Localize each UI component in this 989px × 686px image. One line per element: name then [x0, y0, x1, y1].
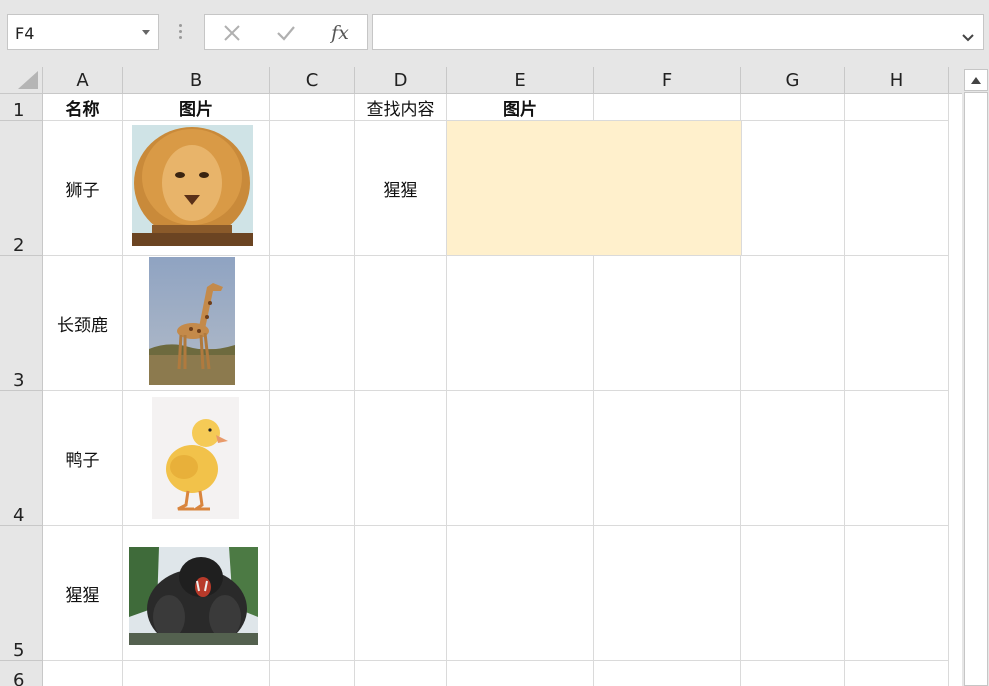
worksheet-grid[interactable]: A B C D E F G H 1 2 3 4 5 6 名称 图片 查找内容 图… — [0, 67, 962, 686]
name-box-value: F4 — [15, 24, 35, 43]
column-header-h[interactable]: H — [845, 67, 949, 94]
row-header-6[interactable]: 6 — [0, 661, 43, 686]
column-header-b[interactable]: B — [123, 67, 270, 94]
cell-h3[interactable] — [845, 256, 949, 391]
cell-h1[interactable] — [845, 94, 949, 121]
cell-g5[interactable] — [741, 526, 845, 661]
cell-a1[interactable]: 名称 — [43, 94, 123, 121]
cell-g6[interactable] — [741, 661, 845, 686]
cell-e6[interactable] — [447, 661, 594, 686]
cell-a5[interactable]: 猩猩 — [43, 526, 123, 661]
cell-a2[interactable]: 狮子 — [43, 121, 123, 256]
cell-d4[interactable] — [355, 391, 447, 526]
cell-f6[interactable] — [594, 661, 741, 686]
duckling-picture[interactable] — [152, 397, 239, 519]
cell-d5[interactable] — [355, 526, 447, 661]
cell-b1[interactable]: 图片 — [123, 94, 270, 121]
column-header-d[interactable]: D — [355, 67, 447, 94]
column-header-overflow — [949, 67, 962, 94]
cell-f3[interactable] — [594, 256, 741, 391]
formula-buttons: fx — [204, 14, 368, 50]
vertical-scrollbar[interactable] — [962, 67, 989, 686]
triangle-up-icon[interactable] — [964, 69, 988, 91]
cell-g3[interactable] — [741, 256, 845, 391]
giraffe-picture[interactable] — [149, 257, 235, 385]
merged-cell-e2-f2[interactable] — [447, 121, 741, 256]
cell-h5[interactable] — [845, 526, 949, 661]
cell-a4[interactable]: 鸭子 — [43, 391, 123, 526]
select-all-corner[interactable] — [0, 67, 43, 94]
row-header-5[interactable]: 5 — [0, 526, 43, 661]
chevron-down-icon[interactable] — [962, 29, 974, 47]
cell-e3[interactable] — [447, 256, 594, 391]
cell-d2[interactable]: 猩猩 — [355, 121, 447, 256]
column-header-c[interactable]: C — [270, 67, 355, 94]
cell-f1[interactable] — [594, 94, 741, 121]
cell-c4[interactable] — [270, 391, 355, 526]
cell-e5[interactable] — [447, 526, 594, 661]
cell-d1[interactable]: 查找内容 — [355, 94, 447, 121]
lion-picture[interactable] — [132, 125, 253, 246]
row-header-2[interactable]: 2 — [0, 121, 43, 256]
name-box[interactable]: F4 — [7, 14, 159, 50]
row-header-3[interactable]: 3 — [0, 256, 43, 391]
cell-c1[interactable] — [270, 94, 355, 121]
cell-a3[interactable]: 长颈鹿 — [43, 256, 123, 391]
column-header-a[interactable]: A — [43, 67, 123, 94]
cell-c5[interactable] — [270, 526, 355, 661]
close-icon[interactable] — [217, 21, 247, 45]
row-header-4[interactable]: 4 — [0, 391, 43, 526]
cell-f4[interactable] — [594, 391, 741, 526]
cell-g1[interactable] — [741, 94, 845, 121]
cell-c2[interactable] — [270, 121, 355, 256]
cell-f5[interactable] — [594, 526, 741, 661]
gorilla-picture[interactable] — [129, 547, 258, 645]
check-icon[interactable] — [271, 21, 301, 45]
cell-e1[interactable]: 图片 — [447, 94, 594, 121]
cell-a6[interactable] — [43, 661, 123, 686]
cell-g4[interactable] — [741, 391, 845, 526]
cell-e4[interactable] — [447, 391, 594, 526]
row-header-1[interactable]: 1 — [0, 94, 43, 121]
cell-c3[interactable] — [270, 256, 355, 391]
formula-input[interactable] — [372, 14, 984, 50]
column-header-g[interactable]: G — [741, 67, 845, 94]
column-header-e[interactable]: E — [447, 67, 594, 94]
cell-g2[interactable] — [741, 121, 845, 256]
column-header-f[interactable]: F — [594, 67, 741, 94]
cell-h6[interactable] — [845, 661, 949, 686]
cell-h2[interactable] — [845, 121, 949, 256]
formula-bar-grip[interactable] — [179, 24, 183, 40]
cell-d6[interactable] — [355, 661, 447, 686]
cell-h4[interactable] — [845, 391, 949, 526]
name-box-dropdown-icon[interactable] — [142, 30, 150, 35]
cell-b6[interactable] — [123, 661, 270, 686]
cell-c6[interactable] — [270, 661, 355, 686]
scrollbar-thumb[interactable] — [964, 92, 988, 686]
cell-d3[interactable] — [355, 256, 447, 391]
fx-icon[interactable]: fx — [325, 21, 355, 45]
